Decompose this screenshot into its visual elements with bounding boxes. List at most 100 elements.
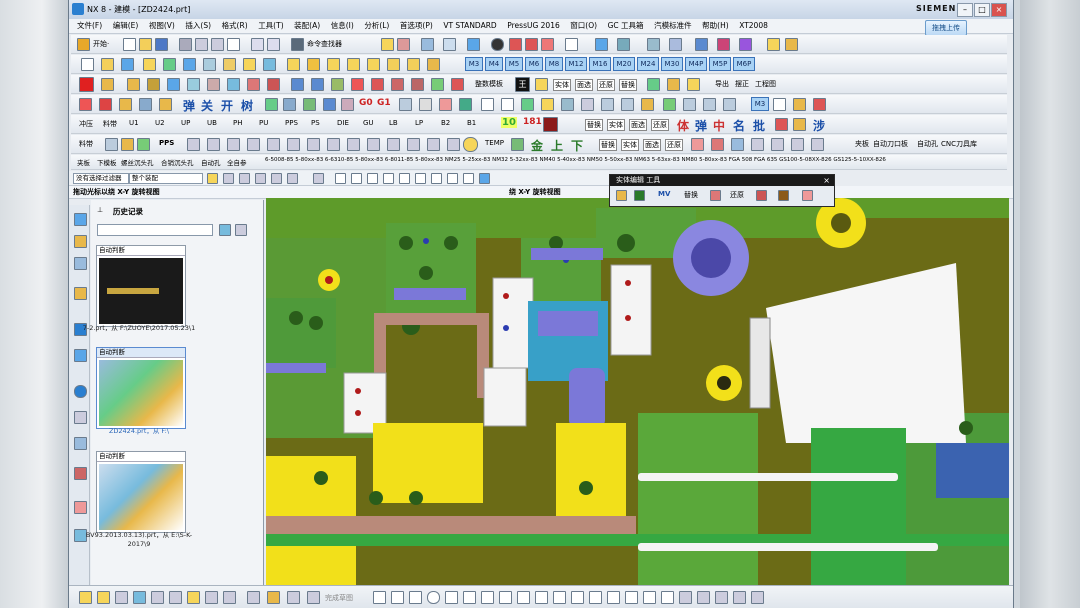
rectangle-icon[interactable]: [445, 591, 458, 604]
tree-big-button[interactable]: 树: [241, 97, 253, 114]
delete-icon[interactable]: [227, 38, 240, 51]
sketch-tool-icon-2[interactable]: [97, 591, 110, 604]
die-icon-12[interactable]: [419, 98, 432, 111]
offset-curve-icon[interactable]: [589, 591, 602, 604]
wang-side-icon[interactable]: [535, 78, 548, 91]
strip-icon-7[interactable]: [247, 138, 260, 151]
snap-point-icon-8[interactable]: [447, 173, 458, 184]
history-refresh-icon[interactable]: [219, 224, 231, 236]
menu-view[interactable]: 视图(V): [149, 19, 175, 33]
strip-icon-15[interactable]: [407, 138, 420, 151]
sketch-tool-icon-10[interactable]: [247, 591, 260, 604]
select-icon-5[interactable]: [271, 173, 282, 184]
float-icon-4[interactable]: [756, 190, 767, 201]
fillet-icon[interactable]: [517, 591, 530, 604]
tool-icon-1[interactable]: [381, 38, 394, 51]
strip-icon-16[interactable]: [427, 138, 440, 151]
open-big-button[interactable]: 开: [221, 97, 233, 114]
menu-info[interactable]: 信息(I): [331, 19, 354, 33]
material-icon-7[interactable]: [247, 78, 260, 91]
die-icon-24[interactable]: [703, 98, 716, 111]
new-icon[interactable]: [123, 38, 136, 51]
standard-part-icon-1[interactable]: [291, 78, 304, 91]
b1-button[interactable]: B1: [467, 119, 476, 127]
measure-icon[interactable]: [669, 38, 682, 51]
menu-file[interactable]: 文件(F): [77, 19, 102, 33]
die-icon-18[interactable]: [581, 98, 594, 111]
drawing-button[interactable]: 工程图: [755, 79, 776, 89]
menu-insert[interactable]: 插入(S): [185, 19, 211, 33]
sketch-tool-icon-1[interactable]: [79, 591, 92, 604]
restore-button-3[interactable]: 还原: [665, 139, 683, 151]
g0-button[interactable]: G0: [359, 98, 373, 108]
die-icon-27[interactable]: [793, 98, 806, 111]
menu-tools[interactable]: 工具(T): [258, 19, 283, 33]
trim-body-icon[interactable]: [407, 58, 420, 71]
select-icon-3[interactable]: [239, 173, 250, 184]
strip-icon-6[interactable]: [227, 138, 240, 151]
ph-button[interactable]: PH: [233, 119, 243, 127]
batch-big-button[interactable]: 批: [753, 117, 765, 134]
lp-button[interactable]: LP: [415, 119, 423, 127]
sketch-tool-icon-3[interactable]: [115, 591, 128, 604]
die-icon-20[interactable]: [621, 98, 634, 111]
sketch-tool-icon-8[interactable]: [205, 591, 218, 604]
tab-m3-secondary[interactable]: M3: [751, 97, 769, 111]
history-item-3[interactable]: 自动判断: [96, 451, 186, 533]
curve-icon-1[interactable]: [481, 98, 494, 111]
lb-button[interactable]: LB: [389, 119, 398, 127]
sketch-misc-icon-4[interactable]: [733, 591, 746, 604]
strip-icon-17[interactable]: [447, 138, 460, 151]
history-item-2[interactable]: 自动判断: [96, 347, 186, 429]
strip-icon-12[interactable]: [347, 138, 360, 151]
material-icon-8[interactable]: [267, 78, 280, 91]
revolve-icon[interactable]: [121, 58, 134, 71]
sketch-tool-icon-9[interactable]: [223, 591, 236, 604]
standard-part-codes[interactable]: 6-5008-85 5-80xx-83 6-6310-85 5-80xx-83 …: [265, 157, 886, 163]
snap-point-icon-5[interactable]: [399, 173, 410, 184]
chamfer-icon[interactable]: [347, 58, 360, 71]
training-icon[interactable]: [74, 501, 87, 514]
export-pre-icon-1[interactable]: [647, 78, 660, 91]
roles-icon[interactable]: [74, 349, 87, 362]
dimension-icon[interactable]: [661, 591, 674, 604]
snap-point-icon-9[interactable]: [463, 173, 474, 184]
color-red-icon[interactable]: [79, 77, 94, 92]
snap-point-icon-7[interactable]: [431, 173, 442, 184]
line-icon[interactable]: [391, 591, 404, 604]
pin-icon[interactable]: ⊥: [97, 206, 103, 214]
auto-hole-button[interactable]: 自动孔: [917, 139, 938, 149]
material-icon-1[interactable]: [127, 78, 140, 91]
restore-button[interactable]: 还原: [597, 79, 615, 91]
full-auto-label[interactable]: 全自参: [227, 157, 247, 167]
lower-plate-label[interactable]: 下模板: [97, 157, 117, 167]
minimize-button[interactable]: –: [957, 3, 973, 17]
interfere-big-button[interactable]: 涉: [813, 117, 825, 134]
u1-button[interactable]: U1: [129, 119, 139, 127]
down-big-button[interactable]: 下: [571, 137, 583, 154]
history-icon[interactable]: [74, 385, 87, 398]
die-icon-19[interactable]: [601, 98, 614, 111]
strip-icon-11[interactable]: [327, 138, 340, 151]
tab-m8[interactable]: M8: [545, 57, 563, 71]
sketch-misc-icon-5[interactable]: [751, 591, 764, 604]
solid-button-2[interactable]: 实体: [607, 119, 625, 131]
mv-button[interactable]: MV: [658, 190, 670, 198]
assembly-navigator-icon[interactable]: [74, 213, 87, 226]
die-icon-2[interactable]: [99, 98, 112, 111]
tab-m4p[interactable]: M4P: [685, 57, 707, 71]
snap-icon-3[interactable]: [739, 38, 752, 51]
cloud-upload-button[interactable]: 拖拽上传: [925, 20, 967, 36]
manufacturing-wizard-icon[interactable]: [74, 467, 87, 480]
die-icon-28[interactable]: [813, 98, 826, 111]
die-icon-7[interactable]: [283, 98, 296, 111]
sketch-misc-icon-3[interactable]: [715, 591, 728, 604]
strip-icon-23[interactable]: [771, 138, 784, 151]
menu-format[interactable]: 格式(R): [222, 19, 248, 33]
sketch-misc-icon-2[interactable]: [697, 591, 710, 604]
align-button[interactable]: 摆正: [735, 79, 749, 89]
corner-icon[interactable]: [571, 591, 584, 604]
solid-button-3[interactable]: 实体: [621, 139, 639, 151]
history-item-3-dropdown[interactable]: 自动判断: [97, 452, 185, 462]
arc-icon[interactable]: [409, 591, 422, 604]
